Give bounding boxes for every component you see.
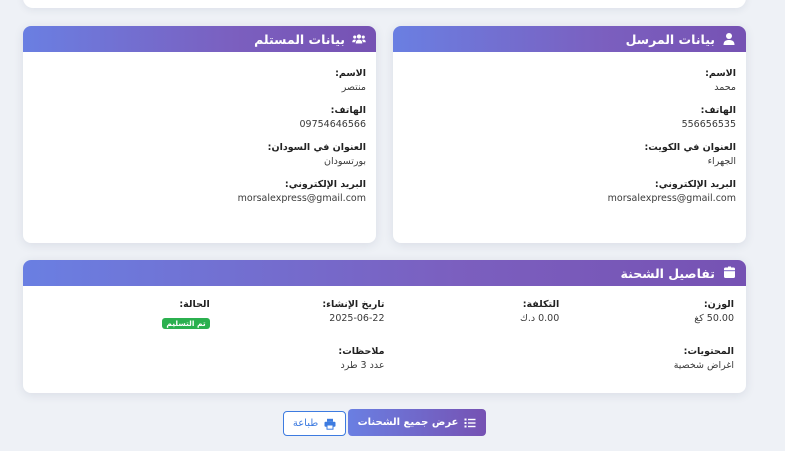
empty-cell [385, 336, 560, 373]
sender-address-label: العنوان في الكويت: [644, 142, 736, 153]
users-icon [352, 32, 366, 46]
contents-label: المحتويات: [683, 346, 734, 357]
sender-address-value: الجهراء [707, 156, 736, 167]
previous-card-edge [23, 0, 746, 8]
receiver-address-value: بورتسودان [323, 156, 366, 167]
receiver-phone-label: الهاتف: [330, 105, 366, 116]
notes-label: ملاحظات: [338, 346, 385, 357]
receiver-email-value: morsalexpress@gmail.com [237, 193, 366, 204]
sender-email-label: البريد الإلكتروني: [654, 179, 736, 190]
sender-name-label: الاسم: [705, 68, 736, 79]
receiver-address-label: العنوان في السودان: [267, 142, 366, 153]
sender-name-field: الاسم: محمد [403, 67, 736, 95]
weight-value: 50.00 كغ [694, 313, 734, 324]
contents-value: اغراض شخصية [673, 360, 734, 371]
shipment-details-card: تفاصيل الشحنة الوزن: 50.00 كغ التكلفة: 0… [23, 260, 746, 393]
print-button[interactable]: طباعة [283, 411, 346, 436]
receiver-phone-value: 09754646566 [299, 119, 367, 130]
shipment-cost-field: التكلفة: 0.00 د.ك [385, 298, 560, 330]
shipment-notes-field: ملاحظات: عدد 3 طرد [210, 345, 385, 373]
sender-card-header: بيانات المرسل [393, 26, 746, 52]
receiver-email-label: البريد الإلكتروني: [284, 179, 366, 190]
sender-phone-value: 556656535 [681, 119, 736, 130]
view-all-shipments-button[interactable]: عرض جميع الشحنات [348, 409, 486, 436]
user-icon [722, 32, 736, 46]
list-icon [464, 417, 476, 429]
view-all-shipments-label: عرض جميع الشحنات [357, 417, 459, 428]
sender-email-value: morsalexpress@gmail.com [607, 193, 736, 204]
receiver-name-field: الاسم: منتصر [33, 67, 366, 95]
notes-value: عدد 3 طرد [340, 360, 385, 371]
shipment-contents-field: المحتويات: اغراض شخصية [559, 345, 734, 373]
created-value: 2025-06-22 [329, 313, 385, 324]
status-label: الحالة: [179, 299, 210, 310]
sender-phone-label: الهاتف: [700, 105, 736, 116]
receiver-address-field: العنوان في السودان: بورتسودان [33, 141, 366, 169]
cost-label: التكلفة: [522, 299, 560, 310]
printer-icon [324, 418, 336, 430]
sender-name-value: محمد [714, 82, 736, 93]
weight-label: الوزن: [703, 299, 734, 310]
sender-email-field: البريد الإلكتروني: morsalexpress@gmail.c… [403, 178, 736, 206]
sender-card-title: بيانات المرسل [625, 31, 715, 47]
receiver-card-title: بيانات المستلم [254, 31, 345, 47]
receiver-phone-field: الهاتف: 09754646566 [33, 104, 367, 132]
receiver-email-field: البريد الإلكتروني: morsalexpress@gmail.c… [33, 178, 366, 206]
cost-value: 0.00 د.ك [519, 313, 560, 324]
created-label: تاريخ الإنشاء: [322, 299, 385, 310]
receiver-name-value: منتصر [341, 82, 366, 93]
shipment-card-header: تفاصيل الشحنة [23, 260, 746, 286]
shipment-card-title: تفاصيل الشحنة [620, 265, 715, 281]
empty-cell [35, 336, 210, 373]
shipment-created-field: تاريخ الإنشاء: 2025-06-22 [210, 298, 385, 330]
receiver-card-header: بيانات المستلم [23, 26, 376, 52]
shipment-status-field: الحالة: تم التسليم [35, 298, 210, 330]
print-label: طباعة [292, 418, 319, 429]
box-icon [722, 266, 736, 280]
sender-phone-field: الهاتف: 556656535 [403, 104, 736, 132]
receiver-card: بيانات المستلم الاسم: منتصر الهاتف: 0975… [23, 26, 376, 243]
receiver-name-label: الاسم: [335, 68, 366, 79]
shipment-weight-field: الوزن: 50.00 كغ [559, 298, 734, 330]
sender-card: بيانات المرسل الاسم: محمد الهاتف: 556656… [393, 26, 746, 243]
status-badge: تم التسليم [162, 318, 210, 329]
sender-address-field: العنوان في الكويت: الجهراء [403, 141, 736, 169]
